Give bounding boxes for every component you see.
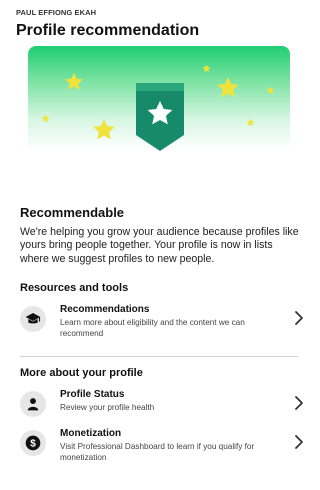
star-icon: [41, 114, 50, 123]
badge-star-icon: [136, 83, 184, 151]
recommendations-row[interactable]: Recommendations Learn more about eligibi…: [20, 304, 306, 339]
page-title: Profile recommendation: [16, 22, 200, 39]
divider: [20, 356, 298, 357]
more-section: More about your profile: [20, 367, 300, 379]
star-icon: [93, 119, 115, 140]
profile-status-row[interactable]: Profile Status Review your profile healt…: [20, 389, 306, 417]
recommendations-title: Recommendations: [60, 304, 150, 315]
star-icon: [217, 77, 239, 98]
star-icon: [202, 64, 211, 73]
monetization-row[interactable]: $ Monetization Visit Professional Dashbo…: [20, 428, 306, 463]
profile-status-title: Profile Status: [60, 389, 125, 400]
chevron-right-icon: [295, 435, 303, 449]
status-section: Recommendable We're helping you grow you…: [20, 205, 300, 266]
account-name: PAUL EFFIONG EKAH: [16, 8, 97, 17]
more-title: More about your profile: [20, 367, 143, 379]
resources-section: Resources and tools: [20, 282, 300, 294]
person-icon: [20, 391, 46, 417]
star-icon: [65, 72, 83, 90]
chevron-right-icon: [295, 311, 303, 325]
svg-text:$: $: [30, 438, 36, 449]
header: PAUL EFFIONG EKAH Profile recommendation: [16, 8, 310, 40]
graduation-cap-icon: [20, 306, 46, 332]
status-title: Recommendable: [20, 205, 125, 220]
recommendations-subtitle: Learn more about eligibility and the con…: [60, 318, 245, 338]
dollar-icon: $: [20, 430, 46, 456]
monetization-subtitle: Visit Professional Dashboard to learn if…: [60, 442, 255, 462]
chevron-right-icon: [295, 396, 303, 410]
status-description: We're helping you grow your audience bec…: [20, 226, 299, 265]
resources-title: Resources and tools: [20, 282, 129, 294]
star-icon: [266, 86, 275, 95]
monetization-title: Monetization: [60, 428, 122, 439]
star-icon: [246, 118, 255, 127]
profile-status-subtitle: Review your profile health: [60, 403, 155, 412]
